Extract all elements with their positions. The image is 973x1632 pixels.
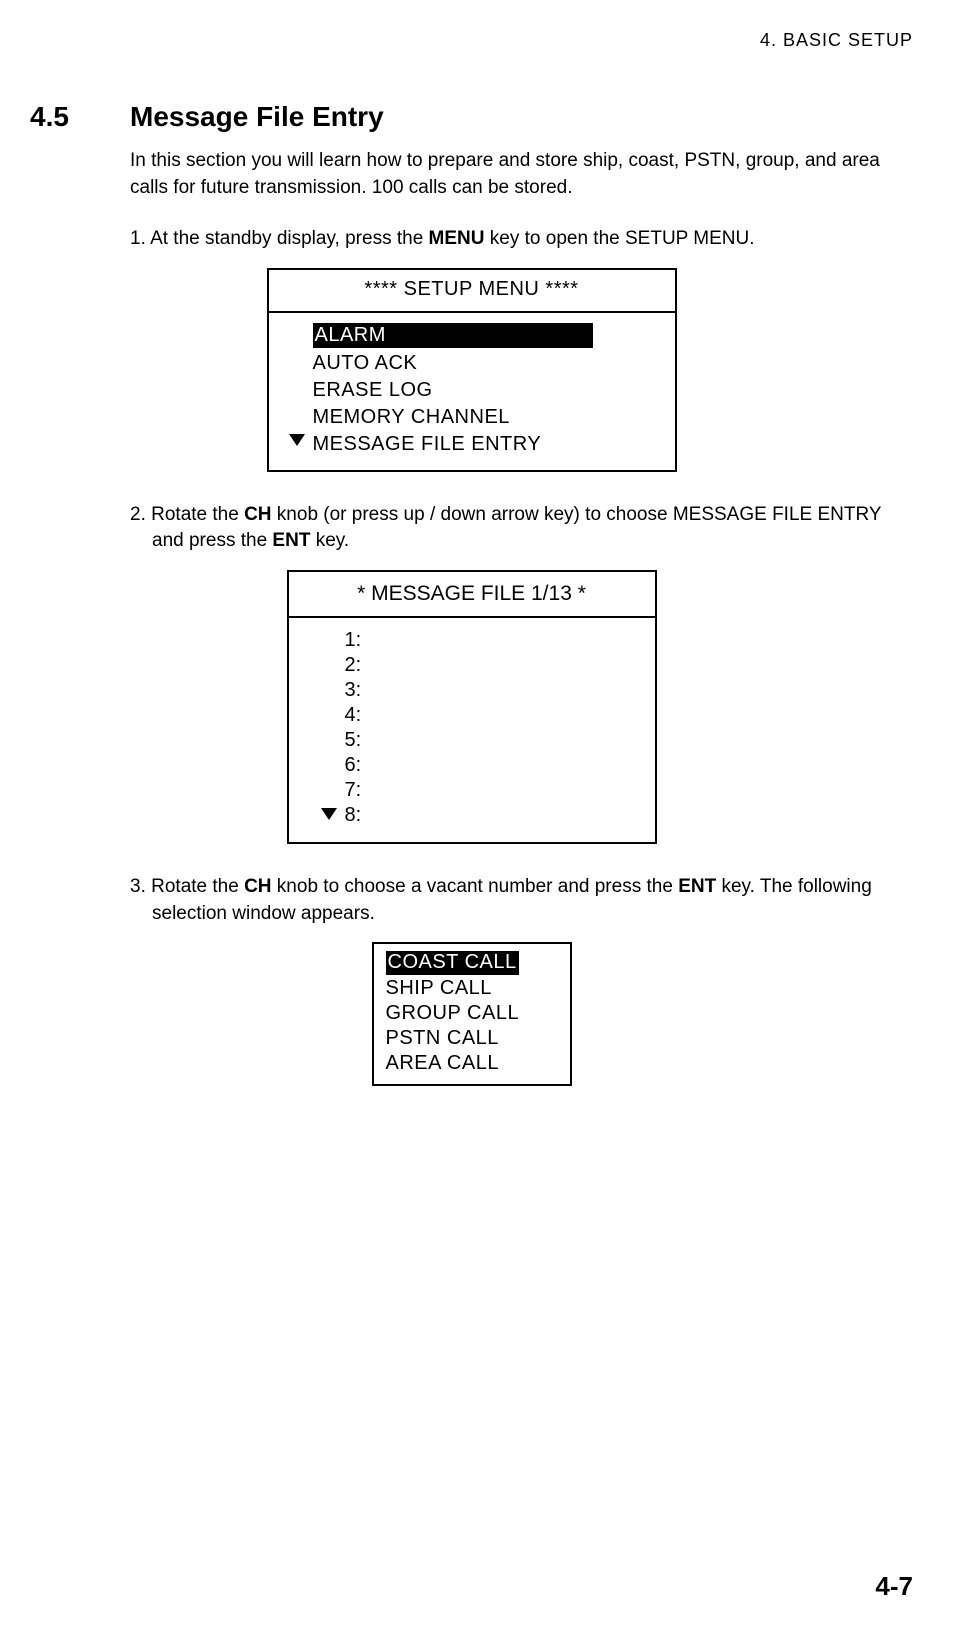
- step-2: 2. Rotate the CH knob (or press up / dow…: [130, 502, 913, 555]
- file-label: 3:: [345, 679, 362, 701]
- call-item-group: GROUP CALL: [384, 1001, 560, 1026]
- menu-item-memory-channel: MEMORY CHANNEL: [289, 404, 655, 431]
- file-line-8: 8:: [309, 803, 635, 828]
- file-label: 7:: [345, 779, 362, 801]
- call-label: COAST CALL: [386, 951, 519, 975]
- call-item-coast: COAST CALL: [384, 950, 560, 976]
- down-arrow-icon: [289, 434, 305, 446]
- step3-prefix: 3. Rotate the: [130, 876, 244, 897]
- file-line-4: 4:: [309, 703, 635, 728]
- file-label: 1:: [345, 629, 362, 651]
- menu-item-message-file-entry: MESSAGE FILE ENTRY: [289, 431, 655, 458]
- file-label: 4:: [345, 704, 362, 726]
- intro-paragraph: In this section you will learn how to pr…: [130, 148, 913, 201]
- menu-label: MEMORY CHANNEL: [313, 406, 510, 428]
- section-title: Message File Entry: [130, 101, 384, 133]
- call-type-screen: COAST CALL SHIP CALL GROUP CALL PSTN CAL…: [372, 942, 572, 1086]
- call-label: GROUP CALL: [386, 1002, 520, 1024]
- step3-bold1: CH: [244, 876, 271, 897]
- file-label: 5:: [345, 729, 362, 751]
- file-line-1: 1:: [309, 628, 635, 653]
- menu-item-auto-ack: AUTO ACK: [289, 350, 655, 377]
- setup-menu-title: **** SETUP MENU ****: [269, 270, 675, 313]
- step2-suffix: key.: [310, 530, 349, 551]
- file-line-2: 2:: [309, 653, 635, 678]
- step2-bold2: ENT: [272, 530, 310, 551]
- step-3: 3. Rotate the CH knob to choose a vacant…: [130, 874, 913, 927]
- file-label: 6:: [345, 754, 362, 776]
- call-label: AREA CALL: [386, 1052, 499, 1074]
- chapter-header: 4. BASIC SETUP: [30, 30, 913, 51]
- section-heading: 4.5 Message File Entry: [30, 101, 913, 133]
- menu-item-alarm: ALARM: [289, 321, 655, 350]
- menu-label: MESSAGE FILE ENTRY: [313, 433, 542, 455]
- menu-item-erase-log: ERASE LOG: [289, 377, 655, 404]
- step1-suffix: key to open the SETUP MENU.: [485, 228, 755, 249]
- file-line-7: 7:: [309, 778, 635, 803]
- message-file-screen: * MESSAGE FILE 1/13 * 1: 2: 3: 4: 5: 6: …: [287, 570, 657, 844]
- step3-mid: knob to choose a vacant number and press…: [272, 876, 679, 897]
- page-number: 4-7: [875, 1571, 913, 1602]
- file-label: 8:: [345, 804, 362, 826]
- menu-label: ERASE LOG: [313, 379, 433, 401]
- call-label: PSTN CALL: [386, 1027, 499, 1049]
- step1-bold: MENU: [429, 228, 485, 249]
- step3-bold2: ENT: [678, 876, 716, 897]
- down-arrow-icon: [321, 808, 337, 820]
- menu-label: AUTO ACK: [313, 352, 418, 374]
- setup-menu-screen: **** SETUP MENU **** ALARM AUTO ACK ERAS…: [267, 268, 677, 472]
- menu-label: ALARM: [313, 323, 593, 348]
- call-item-ship: SHIP CALL: [384, 976, 560, 1001]
- step1-prefix: 1. At the standby display, press the: [130, 228, 429, 249]
- step2-bold1: CH: [244, 504, 271, 525]
- call-item-pstn: PSTN CALL: [384, 1026, 560, 1051]
- message-file-title: * MESSAGE FILE 1/13 *: [289, 572, 655, 618]
- file-line-5: 5:: [309, 728, 635, 753]
- step2-prefix: 2. Rotate the: [130, 504, 244, 525]
- step-1: 1. At the standby display, press the MEN…: [130, 226, 913, 253]
- message-file-body: 1: 2: 3: 4: 5: 6: 7: 8:: [289, 618, 655, 842]
- call-label: SHIP CALL: [386, 977, 492, 999]
- file-line-3: 3:: [309, 678, 635, 703]
- file-label: 2:: [345, 654, 362, 676]
- file-line-6: 6:: [309, 753, 635, 778]
- setup-menu-body: ALARM AUTO ACK ERASE LOG MEMORY CHANNEL …: [269, 313, 675, 470]
- call-item-area: AREA CALL: [384, 1051, 560, 1076]
- section-number: 4.5: [30, 101, 130, 133]
